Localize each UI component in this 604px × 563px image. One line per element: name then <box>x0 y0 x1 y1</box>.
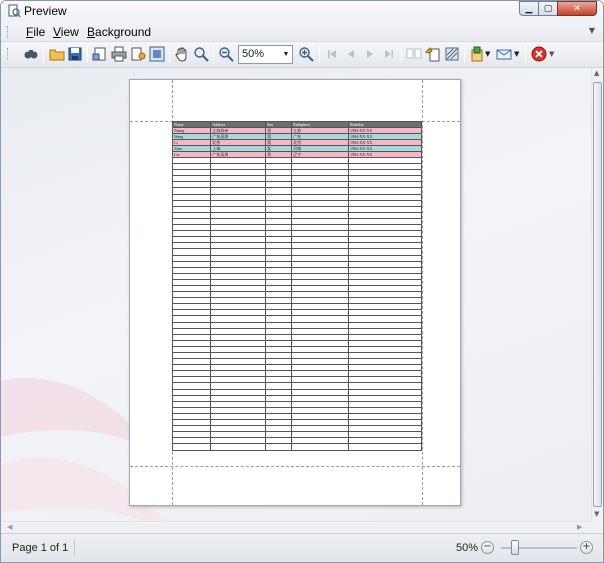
hand-tool-icon[interactable] <box>174 46 190 62</box>
magnifier-icon[interactable] <box>193 46 209 62</box>
scroll-corner <box>591 521 603 533</box>
horizontal-scrollbar[interactable]: ◀ ▶ <box>1 521 591 533</box>
margin-bottom <box>130 466 460 467</box>
minimize-button[interactable]: ▁ <box>519 1 539 16</box>
page-setup-icon[interactable] <box>92 46 108 62</box>
menu-grip[interactable] <box>7 26 9 38</box>
next-page-icon[interactable] <box>362 46 378 62</box>
maximize-button[interactable]: ▢ <box>538 1 558 16</box>
scroll-up-icon[interactable]: ▲ <box>594 69 599 77</box>
report-body: Zhang 江苏苏州男江苏 1983-XX-XX Wang 广东深圳男广东 1984-XX… <box>171 127 422 451</box>
status-bar: Page 1 of 1 50% − + <box>1 533 603 562</box>
title-bar[interactable]: Preview ▁ ▢ ✕ <box>1 1 603 22</box>
scale-icon[interactable] <box>149 46 165 62</box>
scroll-left-icon[interactable]: ◀ <box>7 523 12 531</box>
menu-background[interactable]: Background <box>87 25 151 39</box>
table-cell <box>348 443 422 451</box>
page-indicator: Page 1 of 1 <box>12 542 69 554</box>
save-icon[interactable] <box>67 46 83 62</box>
background-icon[interactable] <box>444 46 460 62</box>
caption-buttons: ▁ ▢ ✕ <box>519 1 597 16</box>
menu-file[interactable]: File <box>26 25 45 39</box>
close-preview-icon[interactable] <box>531 46 547 62</box>
table-cell <box>171 443 212 451</box>
report-table: Name Address Sex Birthplace Birthday Zha… <box>171 121 422 451</box>
watermark-icon[interactable] <box>425 46 441 62</box>
open-icon[interactable] <box>49 46 65 62</box>
table-cell <box>210 443 267 451</box>
menu-overflow-icon[interactable]: ▼ <box>589 26 595 35</box>
margin-right <box>422 80 423 505</box>
print-options-icon[interactable] <box>130 46 146 62</box>
vertical-scrollbar[interactable]: ▲ ▼ <box>591 68 603 521</box>
print-preview-icon <box>7 4 21 18</box>
menu-view[interactable]: View <box>53 25 79 39</box>
toolbar: 50% ▼ ▼ ▼ ▼ <box>1 42 603 68</box>
table-row-empty <box>171 443 422 451</box>
print-icon[interactable] <box>111 46 127 62</box>
last-page-icon[interactable] <box>381 46 397 62</box>
chevron-down-icon[interactable]: ▼ <box>280 46 292 63</box>
first-page-icon[interactable] <box>324 46 340 62</box>
scroll-down-icon[interactable]: ▼ <box>594 510 599 518</box>
close-button[interactable]: ✕ <box>557 1 597 16</box>
preview-window: Preview ▁ ▢ ✕ File View Background ▼ 50%… <box>0 0 604 563</box>
table-cell <box>291 443 350 451</box>
toolbar-overflow-icon[interactable]: ▼ <box>549 46 559 62</box>
table-cell <box>265 443 293 451</box>
email-dropdown-icon[interactable]: ▼ <box>514 46 522 62</box>
email-icon[interactable] <box>496 46 512 62</box>
find-icon[interactable] <box>23 46 39 62</box>
zoom-out-button[interactable]: − <box>481 541 494 554</box>
export-icon[interactable] <box>469 46 485 62</box>
zoom-slider-thumb[interactable] <box>511 540 519 555</box>
zoom-select[interactable]: 50% ▼ <box>238 45 293 64</box>
zoom-out-icon[interactable] <box>218 46 234 62</box>
vertical-scroll-thumb[interactable] <box>593 82 602 507</box>
zoom-level: 50% <box>456 542 479 554</box>
menu-bar: File View Background ▼ <box>1 22 603 42</box>
preview-canvas[interactable]: Name Address Sex Birthplace Birthday Zha… <box>1 68 591 521</box>
zoom-in-icon[interactable] <box>298 46 314 62</box>
zoom-in-button[interactable]: + <box>580 541 593 554</box>
report-page[interactable]: Name Address Sex Birthplace Birthday Zha… <box>129 79 461 506</box>
multi-page-icon[interactable] <box>406 46 422 62</box>
scroll-right-icon[interactable]: ▶ <box>577 523 582 531</box>
toolbar-grip[interactable] <box>7 48 9 60</box>
prev-page-icon[interactable] <box>343 46 359 62</box>
export-dropdown-icon[interactable]: ▼ <box>485 46 493 62</box>
window-title: Preview <box>24 4 67 18</box>
zoom-select-value: 50% <box>242 48 265 60</box>
